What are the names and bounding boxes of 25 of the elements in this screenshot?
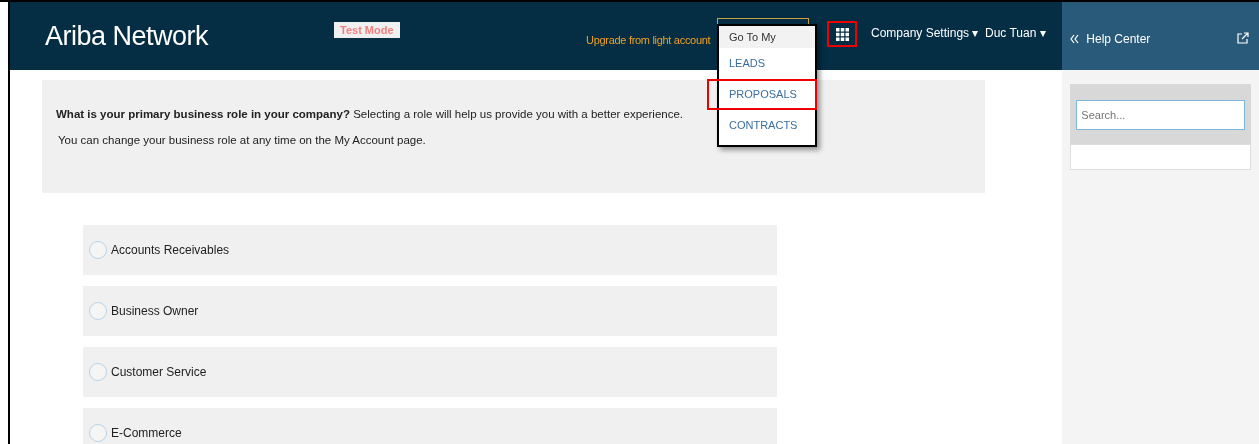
radio-button[interactable] [89,241,107,259]
role-option[interactable]: E-Commerce [83,408,777,444]
grid-icon [835,27,849,41]
user-menu[interactable]: Duc Tuan ▾ [985,26,1046,40]
upgrade-link[interactable]: Upgrade from light account [586,34,711,46]
menu-item[interactable]: CONTRACTS [707,110,817,141]
help-center-link[interactable]: Help Center [1070,32,1151,46]
role-option[interactable]: Customer Service [83,347,777,397]
radio-button[interactable] [89,424,107,442]
double-chevron-icon [1070,34,1081,44]
role-option[interactable]: Accounts Receivables [83,225,777,275]
menu-title: Go To My [719,26,815,48]
external-link-icon[interactable] [1237,32,1249,44]
role-note: You can change your business role at any time on the My Account page. [58,134,427,146]
menu-item[interactable]: LEADS [707,48,817,79]
menu-item[interactable]: PROPOSALS [707,79,817,110]
role-option[interactable]: Business Owner [83,286,777,336]
role-question: What is your primary business role in your company? Selecting a role will help us provide you with a better experience. [56,108,684,120]
radio-button[interactable] [89,363,107,381]
radio-button[interactable] [89,302,107,320]
logo-text: Ariba Network [45,20,209,52]
company-settings-menu[interactable]: Company Settings ▾ [871,26,979,40]
test-mode-badge: Test Mode [334,22,400,38]
apps-button[interactable] [827,21,857,47]
search-field[interactable]: Search... [1076,100,1245,130]
